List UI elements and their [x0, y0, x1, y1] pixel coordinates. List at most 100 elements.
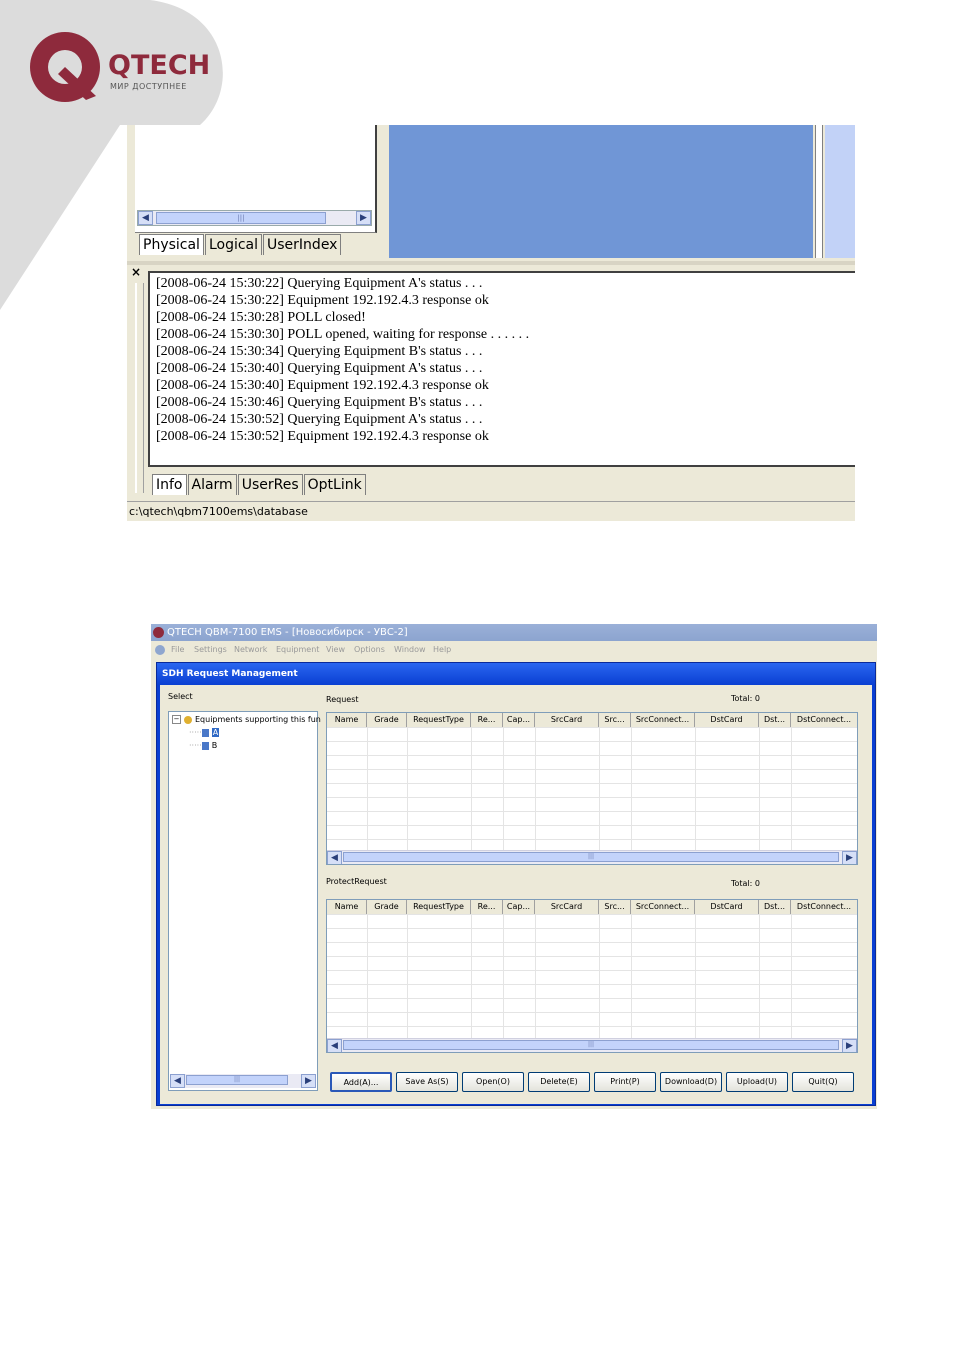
horizontal-splitter[interactable]	[127, 261, 855, 265]
tab-physical[interactable]: Physical	[139, 234, 204, 255]
protect-request-table[interactable]: Name Grade RequestType Re... Cap... SrcC…	[326, 899, 858, 1053]
info-log: [2008-06-24 15:30:22] Querying Equipment…	[148, 271, 855, 467]
tree-node-label: A	[211, 728, 220, 737]
tab-logical[interactable]: Logical	[204, 234, 263, 255]
tree-node-label: B	[211, 741, 218, 750]
scroll-thumb[interactable]: |||	[343, 1040, 839, 1050]
quit-button[interactable]: Quit(Q)	[792, 1072, 854, 1092]
menu-view[interactable]: View	[326, 641, 345, 659]
qtech-logo-icon	[30, 32, 100, 102]
menu-help[interactable]: Help	[433, 641, 451, 659]
download-button[interactable]: Download(D)	[660, 1072, 722, 1092]
column-header[interactable]: Grade	[367, 713, 407, 727]
dialog-body: Select − Equipments supporting this fun ·…	[160, 685, 872, 1104]
column-header[interactable]: RequestType	[407, 900, 471, 914]
print-button[interactable]: Print(P)	[594, 1072, 656, 1092]
log-line: [2008-06-24 15:30:28] POLL closed!	[156, 310, 366, 325]
status-bar: c:\qtech\qbm7100ems\database	[127, 501, 855, 521]
scroll-right-icon[interactable]: ▶	[842, 851, 857, 864]
collapse-icon[interactable]: −	[172, 715, 181, 724]
dock-grip[interactable]	[135, 283, 144, 493]
scroll-right-icon[interactable]: ▶	[842, 1039, 857, 1052]
add-button[interactable]: Add(A)...	[330, 1072, 392, 1092]
column-header[interactable]: Re...	[471, 900, 503, 914]
app-title-bar: QTECH QBM-7100 EMS - [Новосибирск - УВС-…	[151, 624, 877, 641]
tree-tabs: Physical Logical UserIndex	[139, 234, 342, 255]
scroll-thumb[interactable]: |||	[186, 1075, 288, 1085]
column-header[interactable]: Name	[327, 900, 367, 914]
save-as-button[interactable]: Save As(S)	[396, 1072, 458, 1092]
tab-info[interactable]: Info	[152, 474, 187, 495]
scroll-left-icon[interactable]: ◀	[327, 1039, 342, 1052]
menu-bar: File Settings Network Equipment View Opt…	[151, 641, 877, 659]
column-header[interactable]: DstConnect...	[791, 713, 857, 727]
column-header[interactable]: Src...	[599, 900, 631, 914]
table-horizontal-scrollbar[interactable]: ◀ ||| ▶	[327, 1038, 857, 1052]
open-button[interactable]: Open(O)	[462, 1072, 524, 1092]
ems-log-window: ◀ ||| ▶ Physical Logical UserIndex × [20…	[127, 125, 855, 521]
tree-horizontal-scrollbar[interactable]: ◀ ||| ▶	[137, 210, 372, 226]
tree-node-a[interactable]: ····· A	[189, 728, 220, 737]
scroll-left-icon[interactable]: ◀	[327, 851, 342, 864]
menu-options[interactable]: Options	[354, 641, 385, 659]
column-header[interactable]: DstCard	[695, 713, 759, 727]
request-table[interactable]: Name Grade RequestType Re... Cap... SrcC…	[326, 712, 858, 865]
column-header[interactable]: SrcCard	[535, 900, 599, 914]
scroll-left-icon[interactable]: ◀	[138, 211, 153, 225]
column-header[interactable]: Cap...	[503, 900, 535, 914]
column-header[interactable]: Re...	[471, 713, 503, 727]
log-line: [2008-06-24 15:30:46] Querying Equipment…	[156, 395, 483, 410]
column-header[interactable]: DstCard	[695, 900, 759, 914]
menu-file[interactable]: File	[171, 641, 184, 659]
table-header: Name Grade RequestType Re... Cap... SrcC…	[327, 713, 857, 728]
column-header[interactable]: DstConnect...	[791, 900, 857, 914]
scroll-thumb[interactable]: |||	[156, 212, 326, 224]
table-header: Name Grade RequestType Re... Cap... SrcC…	[327, 900, 857, 915]
column-header[interactable]: Name	[327, 713, 367, 727]
scroll-right-icon[interactable]: ▶	[356, 211, 371, 225]
column-header[interactable]: RequestType	[407, 713, 471, 727]
log-line: [2008-06-24 15:30:40] Querying Equipment…	[156, 361, 483, 376]
menu-equipment[interactable]: Equipment	[276, 641, 319, 659]
scroll-thumb[interactable]: |||	[343, 852, 839, 862]
tab-userres[interactable]: UserRes	[237, 474, 303, 495]
tab-optlink[interactable]: OptLink	[303, 474, 366, 495]
column-header[interactable]: SrcCard	[535, 713, 599, 727]
protect-request-total: Total: 0	[731, 879, 761, 888]
tree-root-label: Equipments supporting this fun	[195, 715, 321, 724]
column-header[interactable]: SrcConnect...	[631, 713, 695, 727]
menu-window[interactable]: Window	[394, 641, 426, 659]
delete-button[interactable]: Delete(E)	[528, 1072, 590, 1092]
request-label: Request	[326, 695, 359, 704]
side-panel	[825, 125, 855, 258]
brand-name: QTECH	[108, 50, 211, 81]
table-horizontal-scrollbar[interactable]: ◀ ||| ▶	[327, 850, 857, 864]
menu-network[interactable]: Network	[234, 641, 267, 659]
tree-horizontal-scrollbar[interactable]: ◀ ||| ▶	[170, 1074, 316, 1088]
tree-node-b[interactable]: ····· B	[189, 741, 217, 750]
upload-button[interactable]: Upload(U)	[726, 1072, 788, 1092]
column-header[interactable]: Cap...	[503, 713, 535, 727]
dialog-buttons: Add(A)... Save As(S) Open(O) Delete(E) P…	[330, 1072, 858, 1092]
map-view-panel	[389, 125, 813, 258]
scroll-right-icon[interactable]: ▶	[301, 1074, 316, 1088]
scroll-left-icon[interactable]: ◀	[170, 1074, 185, 1088]
log-line: [2008-06-24 15:30:22] Querying Equipment…	[156, 276, 483, 291]
column-header[interactable]: Dst...	[759, 713, 791, 727]
sdh-request-dialog: SDH Request Management Select − Equipment…	[156, 662, 876, 1106]
log-line: [2008-06-24 15:30:52] Querying Equipment…	[156, 412, 483, 427]
column-header[interactable]: Grade	[367, 900, 407, 914]
column-header[interactable]: Src...	[599, 713, 631, 727]
tab-userindex[interactable]: UserIndex	[263, 234, 342, 255]
protect-request-label: ProtectRequest	[326, 877, 387, 886]
column-header[interactable]: Dst...	[759, 900, 791, 914]
brand-tagline: МИР ДОСТУПНЕЕ	[110, 82, 187, 91]
tab-alarm[interactable]: Alarm	[187, 474, 237, 495]
menu-settings[interactable]: Settings	[194, 641, 227, 659]
close-icon[interactable]: ×	[131, 265, 141, 279]
panel-splitter[interactable]	[815, 125, 823, 258]
tree-root[interactable]: − Equipments supporting this fun	[172, 715, 321, 724]
column-header[interactable]: SrcConnect...	[631, 900, 695, 914]
equipment-tree[interactable]: − Equipments supporting this fun ····· A ·…	[168, 711, 321, 1091]
document-icon	[155, 645, 165, 655]
